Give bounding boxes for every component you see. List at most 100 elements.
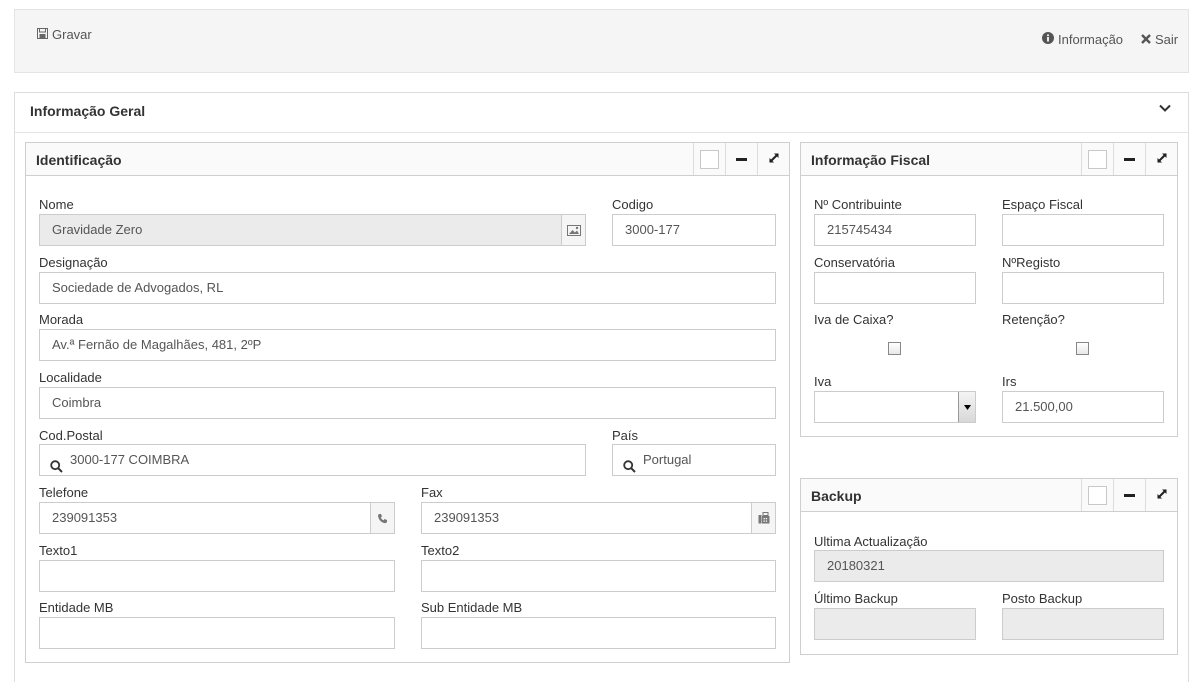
registo-field[interactable] (1002, 272, 1164, 304)
minus-icon (736, 157, 747, 161)
localidade-field[interactable]: Coimbra (39, 387, 776, 419)
search-icon[interactable] (623, 454, 636, 475)
info-circle-icon (1042, 32, 1054, 47)
expand-icon (1156, 152, 1168, 167)
retencao-checkbox[interactable] (1076, 342, 1089, 355)
ultima-actualizacao-label: Ultima Actualização (814, 534, 928, 549)
ultimo-backup-label: Último Backup (814, 591, 898, 606)
exit-button[interactable]: Sair (1141, 32, 1178, 47)
designacao-field[interactable]: Sociedade de Advogados, RL (39, 272, 776, 304)
retencao-label: Retenção? (1002, 312, 1065, 327)
toolbar: Gravar Informação Sair (14, 9, 1189, 73)
ultima-actualizacao-field[interactable]: 20180321 (814, 550, 1164, 582)
telefone-value: 239091353 (52, 510, 118, 525)
texto1-label: Texto1 (39, 543, 78, 558)
backup-header: Backup (801, 479, 1177, 512)
irs-field[interactable]: 21.500,00 (1002, 391, 1164, 423)
phone-icon[interactable] (370, 503, 394, 533)
expand-button[interactable] (1145, 143, 1177, 175)
fax-icon[interactable] (751, 503, 775, 533)
conservatoria-field[interactable] (814, 272, 976, 304)
pais-label: País (612, 428, 639, 443)
espaco-fiscal-label: Espaço Fiscal (1002, 197, 1083, 212)
backup-title: Backup (811, 488, 862, 504)
select-box-button[interactable] (693, 143, 725, 175)
localidade-value: Coimbra (52, 395, 102, 410)
nome-field[interactable]: Gravidade Zero (39, 214, 586, 246)
contribuinte-field[interactable]: 215745434 (814, 214, 976, 246)
texto2-field[interactable] (421, 560, 776, 592)
morada-label: Morada (39, 312, 84, 327)
info-button[interactable]: Informação (1042, 32, 1123, 47)
contribuinte-label: Nº Contribuinte (814, 197, 902, 212)
designacao-label: Designação (39, 255, 108, 270)
floppy-disk-icon (37, 27, 48, 42)
expand-button[interactable] (1145, 479, 1177, 511)
registo-label: NºRegisto (1002, 255, 1061, 270)
codigo-field[interactable]: 3000-177 (612, 214, 776, 246)
search-icon[interactable] (50, 454, 63, 475)
codigo-value: 3000-177 (625, 222, 680, 237)
irs-value: 21.500,00 (1015, 399, 1073, 414)
texto2-label: Texto2 (421, 543, 460, 558)
fax-label: Fax (421, 485, 443, 500)
conservatoria-label: Conservatória (814, 255, 895, 270)
entidade-mb-label: Entidade MB (39, 600, 114, 615)
entidade-mb-field[interactable] (39, 617, 395, 649)
nome-label: Nome (39, 197, 74, 212)
select-box-button[interactable] (1081, 143, 1113, 175)
image-icon[interactable] (561, 215, 585, 245)
expand-icon (1156, 488, 1168, 503)
page-title: Informação Geral (30, 103, 146, 119)
morada-field[interactable]: Av.ª Fernão de Magalhães, 481, 2ºP (39, 329, 776, 361)
expand-icon (768, 152, 780, 167)
minus-icon (1124, 493, 1135, 497)
espaco-fiscal-field[interactable] (1002, 214, 1164, 246)
pais-field[interactable]: Portugal (612, 444, 776, 476)
nome-value: Gravidade Zero (52, 222, 143, 237)
iva-select[interactable] (814, 391, 976, 423)
irs-label: Irs (1002, 374, 1017, 389)
iva-caixa-checkbox[interactable] (888, 342, 901, 355)
save-label: Gravar (52, 27, 92, 42)
close-icon (1141, 33, 1151, 47)
info-label: Informação (1058, 32, 1124, 47)
sub-entidade-mb-field[interactable] (421, 617, 776, 649)
collapse-button[interactable] (1113, 479, 1145, 511)
minus-icon (1124, 157, 1135, 161)
fiscal-title: Informação Fiscal (811, 152, 931, 168)
fax-field[interactable]: 239091353 (421, 502, 776, 534)
telefone-field[interactable]: 239091353 (39, 502, 395, 534)
posto-backup-field[interactable] (1002, 608, 1164, 640)
select-box-button[interactable] (1081, 479, 1113, 511)
ultima-actualizacao-value: 20180321 (827, 558, 885, 573)
chevron-down-icon[interactable] (958, 392, 975, 422)
morada-value: Av.ª Fernão de Magalhães, 481, 2ºP (52, 337, 262, 352)
save-button[interactable]: Gravar (37, 27, 92, 42)
checkbox-square-icon (700, 149, 719, 169)
exit-label: Sair (1155, 32, 1179, 47)
general-info-header[interactable]: Informação Geral (15, 93, 1188, 133)
codpostal-field[interactable]: 3000-177 COIMBRA (39, 444, 586, 476)
iva-caixa-label: Iva de Caixa? (814, 312, 894, 327)
identificacao-title: Identificação (36, 152, 122, 168)
codigo-label: Codigo (612, 197, 654, 212)
texto1-field[interactable] (39, 560, 395, 592)
checkbox-square-icon (1088, 485, 1107, 505)
ultimo-backup-field[interactable] (814, 608, 976, 640)
expand-button[interactable] (757, 143, 789, 175)
localidade-label: Localidade (39, 370, 102, 385)
collapse-button[interactable] (725, 143, 757, 175)
designacao-value: Sociedade de Advogados, RL (52, 280, 224, 295)
fiscal-header: Informação Fiscal (801, 143, 1177, 176)
iva-label: Iva (814, 374, 832, 389)
collapse-button[interactable] (1113, 143, 1145, 175)
checkbox-square-icon (1088, 149, 1107, 169)
identificacao-header: Identificação (26, 143, 789, 176)
chevron-down-icon[interactable] (1158, 101, 1174, 117)
codpostal-label: Cod.Postal (39, 428, 103, 443)
pais-value: Portugal (643, 452, 692, 467)
contribuinte-value: 215745434 (827, 222, 893, 237)
telefone-label: Telefone (39, 485, 89, 500)
codpostal-value: 3000-177 COIMBRA (70, 452, 190, 467)
